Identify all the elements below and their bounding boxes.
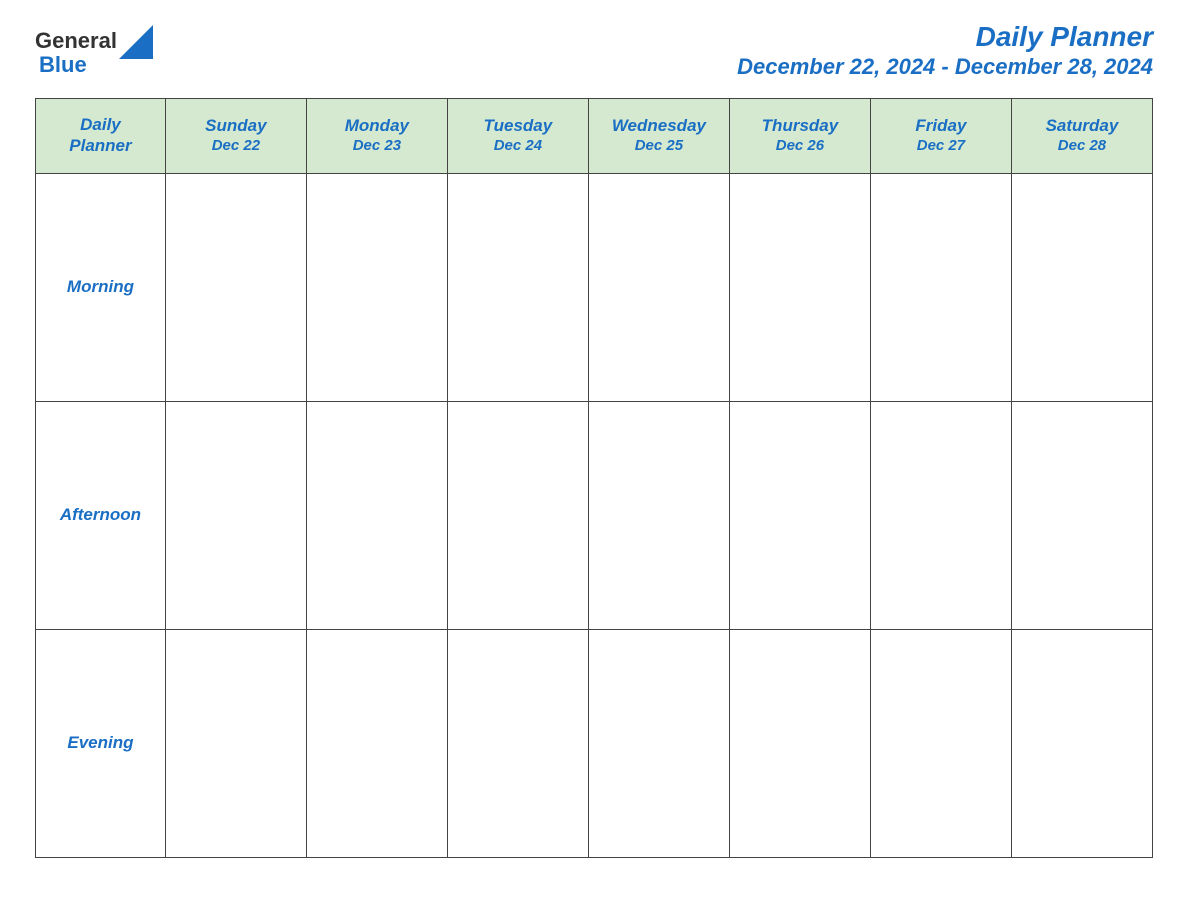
planner-table: Daily Planner Sunday Dec 22 Monday Dec 2… [35,98,1153,858]
afternoon-label: Afternoon [36,401,166,629]
wednesday-date: Dec 25 [635,137,683,155]
daily-planner-label-line1: Daily [80,115,121,135]
morning-row: Morning [36,173,1153,401]
evening-saturday-cell[interactable] [1011,629,1152,857]
morning-saturday-cell[interactable] [1011,173,1152,401]
evening-row: Evening [36,629,1153,857]
afternoon-thursday-cell[interactable] [729,401,870,629]
main-title: Daily Planner [737,20,1153,54]
col-header-monday: Monday Dec 23 [306,98,447,173]
col-header-sunday: Sunday Dec 22 [165,98,306,173]
morning-tuesday-cell[interactable] [447,173,588,401]
afternoon-wednesday-cell[interactable] [588,401,729,629]
col-header-wednesday: Wednesday Dec 25 [588,98,729,173]
col-header-friday: Friday Dec 27 [870,98,1011,173]
morning-wednesday-cell[interactable] [588,173,729,401]
afternoon-tuesday-cell[interactable] [447,401,588,629]
thursday-date: Dec 26 [776,137,824,155]
afternoon-sunday-cell[interactable] [165,401,306,629]
col-header-daily: Daily Planner [36,98,166,173]
saturday-date: Dec 28 [1058,137,1106,155]
daily-planner-label-line2: Planner [69,136,131,156]
col-header-saturday: Saturday Dec 28 [1011,98,1152,173]
logo-icon [119,25,153,59]
tuesday-date: Dec 24 [494,137,542,155]
evening-label: Evening [36,629,166,857]
morning-label: Morning [36,173,166,401]
evening-wednesday-cell[interactable] [588,629,729,857]
title-block: Daily Planner December 22, 2024 - Decemb… [737,20,1153,80]
morning-thursday-cell[interactable] [729,173,870,401]
header: General Blue Daily Planner December 22, … [35,20,1153,80]
monday-name: Monday [345,116,409,136]
afternoon-saturday-cell[interactable] [1011,401,1152,629]
logo-blue-text: Blue [39,53,87,77]
table-header-row: Daily Planner Sunday Dec 22 Monday Dec 2… [36,98,1153,173]
afternoon-friday-cell[interactable] [870,401,1011,629]
friday-name: Friday [915,116,966,136]
morning-monday-cell[interactable] [306,173,447,401]
friday-date: Dec 27 [917,137,965,155]
monday-date: Dec 23 [353,137,401,155]
col-header-tuesday: Tuesday Dec 24 [447,98,588,173]
page: General Blue Daily Planner December 22, … [0,0,1188,918]
saturday-name: Saturday [1046,116,1119,136]
morning-friday-cell[interactable] [870,173,1011,401]
afternoon-monday-cell[interactable] [306,401,447,629]
logo-general-text: General [35,29,117,53]
morning-sunday-cell[interactable] [165,173,306,401]
date-range: December 22, 2024 - December 28, 2024 [737,54,1153,80]
sunday-name: Sunday [205,116,266,136]
evening-sunday-cell[interactable] [165,629,306,857]
evening-friday-cell[interactable] [870,629,1011,857]
evening-thursday-cell[interactable] [729,629,870,857]
tuesday-name: Tuesday [484,116,553,136]
afternoon-row: Afternoon [36,401,1153,629]
evening-monday-cell[interactable] [306,629,447,857]
evening-tuesday-cell[interactable] [447,629,588,857]
logo: General Blue [35,23,153,77]
sunday-date: Dec 22 [212,137,260,155]
col-header-thursday: Thursday Dec 26 [729,98,870,173]
thursday-name: Thursday [762,116,839,136]
wednesday-name: Wednesday [612,116,706,136]
